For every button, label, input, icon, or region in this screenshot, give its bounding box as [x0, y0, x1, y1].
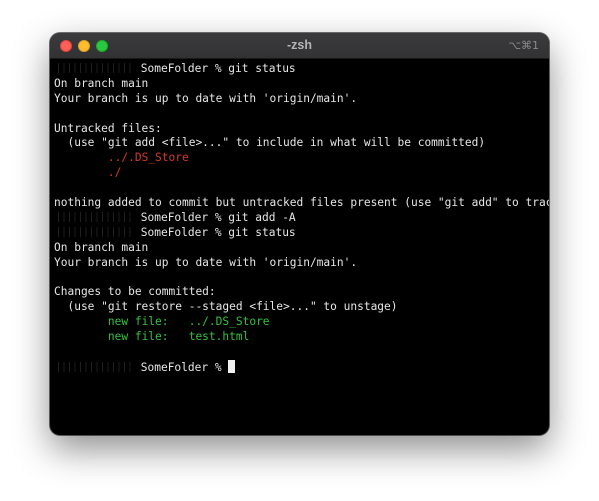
output-line: Untracked files: — [54, 122, 545, 137]
output-line: On branch main — [54, 77, 545, 92]
redacted-user-host — [54, 211, 134, 222]
command-text: SomeFolder % git status — [140, 62, 296, 75]
output-line: ../.DS_Store — [54, 151, 545, 166]
output-line: Your branch is up to date with 'origin/m… — [54, 92, 545, 107]
output-text: On branch main — [54, 76, 149, 90]
output-text: (use "git add <file>..." to include in w… — [54, 136, 486, 150]
redacted-user-host — [54, 63, 134, 73]
output-line: (use "git add <file>..." to include in w… — [54, 136, 545, 151]
window-shortcut: ⌥⌘1 — [508, 39, 539, 52]
prompt-line: SomeFolder % git status — [54, 226, 545, 241]
output-text: nothing added to commit but untracked fi… — [54, 196, 549, 210]
output-line: (use "git restore --staged <file>..." to… — [54, 300, 545, 315]
prompt-line: SomeFolder % — [54, 359, 545, 375]
output-text: ./ — [107, 166, 122, 180]
output-line: ./ — [54, 166, 545, 181]
terminal-window: -zsh ⌥⌘1 SomeFolder % git status On branc… — [50, 33, 549, 435]
output-text: On branch main — [54, 240, 149, 254]
output-line: new file: test.html — [54, 330, 545, 345]
output-text: Your branch is up to date with 'origin/m… — [54, 91, 358, 105]
command-text: SomeFolder % — [140, 360, 229, 374]
output-text: Your branch is up to date with 'origin/m… — [54, 255, 358, 269]
output-text: Changes to be committed: — [54, 285, 216, 299]
output-line: nothing added to commit but untracked fi… — [54, 196, 549, 211]
prompt-line: SomeFolder % git add -A — [54, 211, 545, 226]
command-text: SomeFolder % git status — [140, 225, 296, 239]
text-cursor — [228, 359, 236, 373]
output-text: new file: ../.DS_Store — [107, 315, 270, 329]
command-text: SomeFolder % git add -A — [140, 210, 296, 224]
redacted-user-host — [54, 361, 134, 372]
output-text: (use "git restore --staged <file>..." to… — [54, 300, 398, 314]
prompt-line: SomeFolder % git status — [54, 62, 545, 77]
redacted-user-host — [54, 226, 134, 237]
terminal-output[interactable]: SomeFolder % git status On branch main You… — [54, 62, 549, 375]
output-text: Untracked files: — [54, 121, 162, 135]
output-line: Changes to be committed: — [54, 285, 545, 300]
output-text: ../.DS_Store — [107, 151, 189, 165]
output-text: new file: test.html — [107, 330, 250, 344]
output-line: Your branch is up to date with 'origin/m… — [54, 256, 545, 271]
window-title: -zsh — [287, 38, 312, 52]
title-bar[interactable]: -zsh ⌥⌘1 — [50, 33, 549, 59]
output-line: On branch main — [54, 241, 545, 256]
output-line: new file: ../.DS_Store — [54, 315, 545, 330]
